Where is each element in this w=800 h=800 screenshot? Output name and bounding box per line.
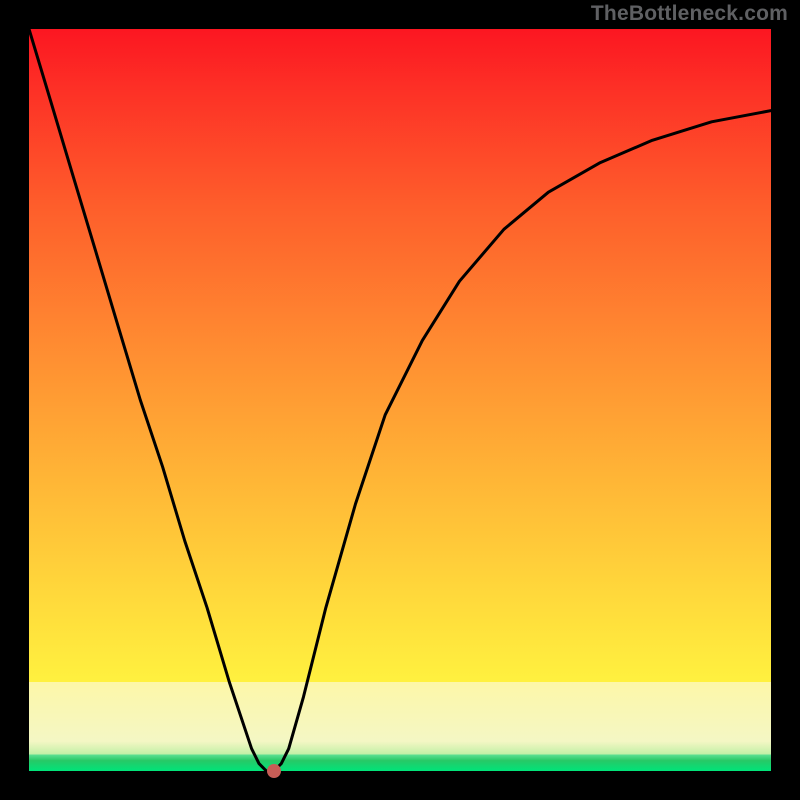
chart-frame: TheBottleneck.com: [0, 0, 800, 800]
watermark-text: TheBottleneck.com: [591, 2, 788, 26]
bottleneck-curve: [29, 29, 771, 771]
minimum-marker: [267, 764, 281, 778]
curve-path: [29, 29, 771, 771]
plot-area: [29, 29, 771, 771]
